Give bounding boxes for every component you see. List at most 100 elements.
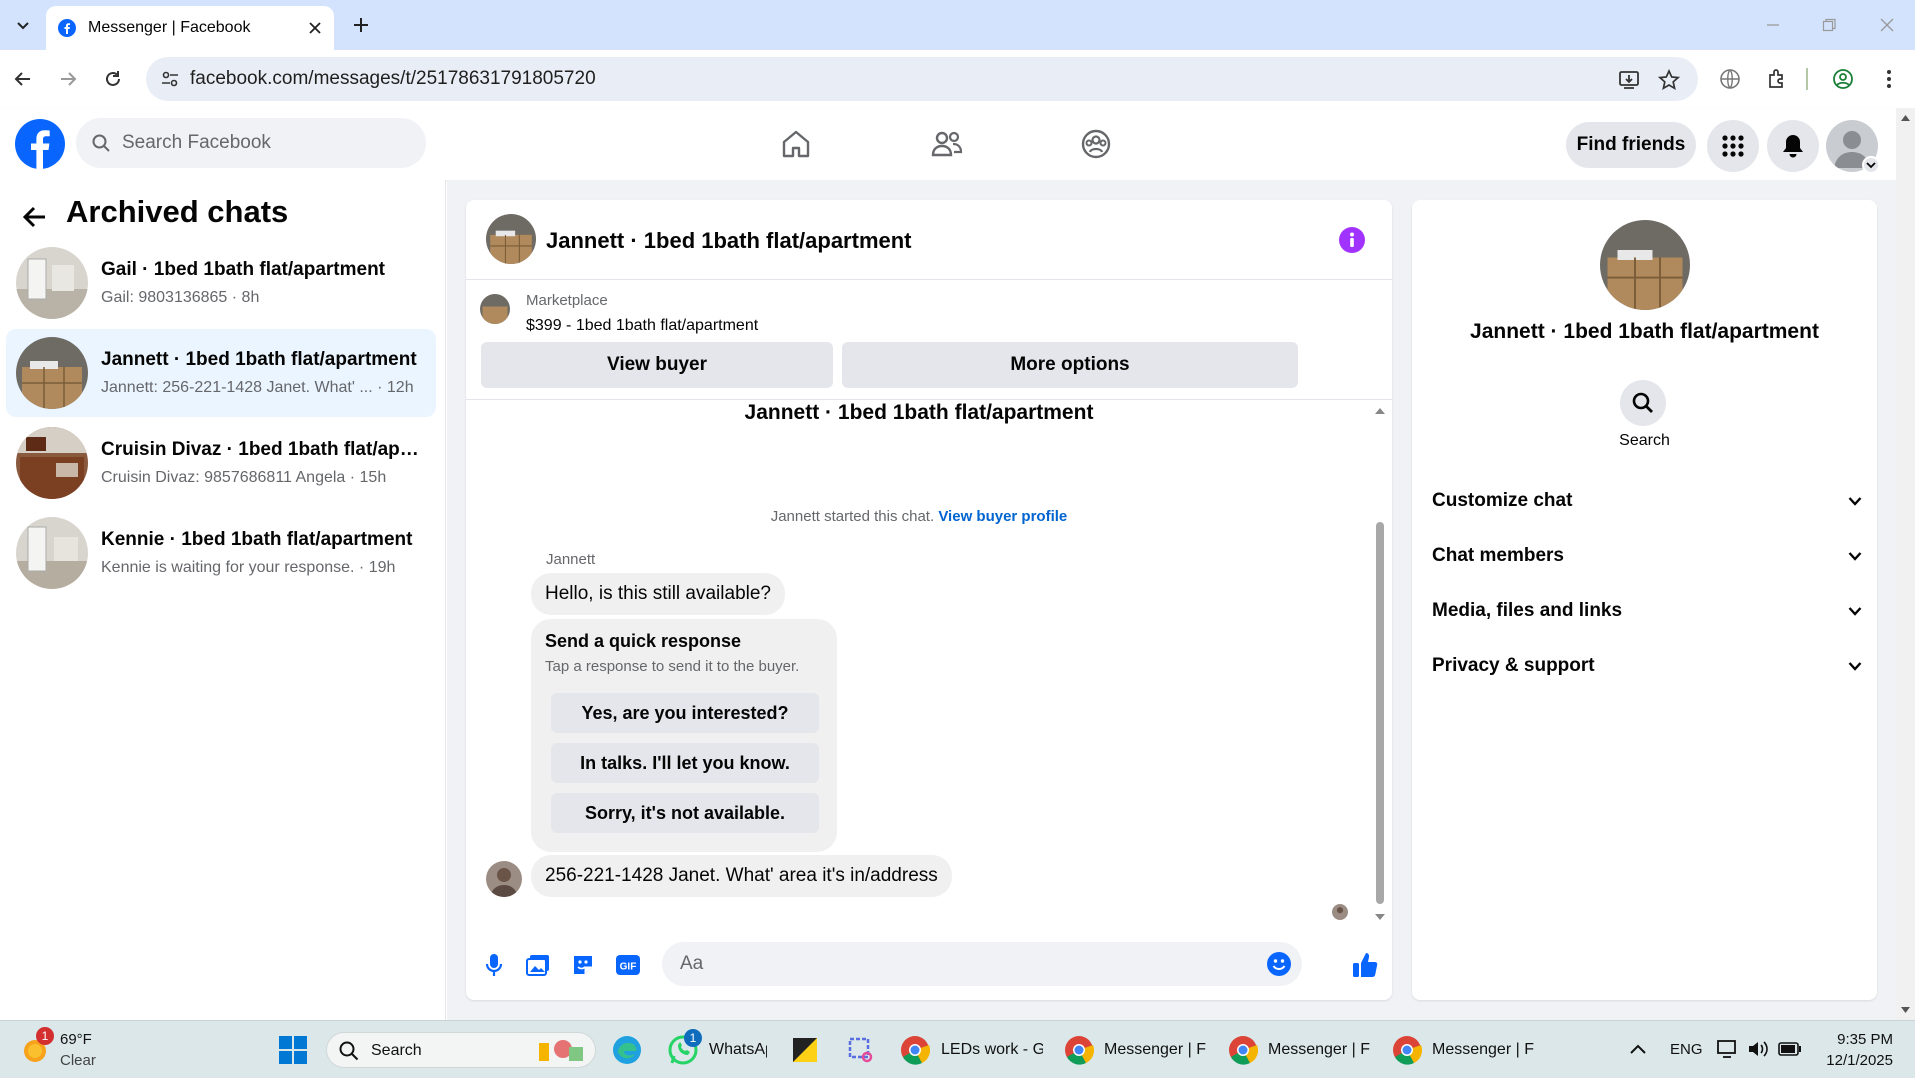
media-files-links-section[interactable]: Media, files and links (1432, 591, 1862, 631)
chrome-icon[interactable] (1390, 1033, 1424, 1067)
section-label: Customize chat (1432, 490, 1573, 511)
photo-icon[interactable] (524, 951, 552, 979)
view-buyer-profile-link[interactable]: View buyer profile (938, 508, 1067, 525)
details-search-label: Search (1619, 432, 1670, 449)
emoji-icon[interactable] (1266, 951, 1292, 977)
site-info-icon[interactable] (158, 67, 182, 91)
thread-scrollbar-thumb[interactable] (1376, 522, 1384, 904)
gif-icon[interactable]: GIF (614, 951, 642, 979)
privacy-support-section[interactable]: Privacy & support (1432, 646, 1862, 686)
restore-icon[interactable] (1816, 12, 1842, 38)
sender-avatar[interactable] (486, 861, 522, 897)
weather-widget[interactable]: 1 (18, 1027, 58, 1071)
close-window-icon[interactable] (1874, 12, 1900, 38)
details-search-button[interactable] (1620, 380, 1666, 426)
chrome-icon[interactable] (898, 1033, 932, 1067)
start-button-icon[interactable] (276, 1033, 310, 1067)
search-icon (339, 1041, 359, 1061)
address-bar[interactable]: facebook.com/messages/t/2517863179180572… (146, 57, 1698, 101)
quick-response-in-talks[interactable]: In talks. I'll let you know. (551, 743, 819, 783)
tab-title: Messenger | Facebook (88, 19, 251, 36)
weather-temp: 69°F (60, 1031, 92, 1048)
message-bubble[interactable]: Hello, is this still available? (531, 573, 785, 615)
chat-item-gail[interactable]: Gail · 1bed 1bath flat/apartment Gail: 9… (6, 239, 436, 327)
browser-menu-icon[interactable] (1876, 66, 1902, 92)
message-input[interactable]: Aa (662, 942, 1302, 986)
chat-item-cruisin-divaz[interactable]: Cruisin Divaz · 1bed 1bath flat/apartmen… (6, 419, 436, 507)
chat-details-panel: Jannett · 1bed 1bath flat/apartment Sear… (1412, 200, 1877, 1000)
facebook-search-input[interactable]: Search Facebook (76, 118, 426, 168)
microphone-icon[interactable] (480, 951, 508, 979)
notifications-button[interactable] (1767, 120, 1819, 172)
marketplace-label: Marketplace (526, 292, 608, 309)
chrome-window-label: Messenger | Fa (1104, 1041, 1206, 1058)
back-arrow-icon[interactable] (20, 202, 50, 232)
find-friends-button[interactable]: Find friends (1566, 122, 1696, 168)
chevron-down-icon (1848, 607, 1862, 616)
scroll-down-arrow-icon[interactable] (1374, 912, 1386, 922)
close-tab-icon[interactable] (308, 21, 322, 35)
friends-icon[interactable] (921, 122, 973, 166)
install-app-icon[interactable] (1616, 67, 1642, 93)
extensions-icon[interactable] (1764, 66, 1790, 92)
translate-globe-icon[interactable] (1717, 66, 1743, 92)
sticker-icon[interactable] (569, 951, 597, 979)
home-icon[interactable] (770, 122, 822, 166)
chat-preview: Cruisin Divaz: 9857686811 Angela · 15h (101, 469, 387, 486)
chat-avatar (16, 247, 88, 319)
menu-button[interactable] (1707, 120, 1759, 172)
edge-icon[interactable] (610, 1033, 644, 1067)
thread-title: Jannett · 1bed 1bath flat/apartment (744, 401, 1094, 424)
section-label: Media, files and links (1432, 600, 1623, 621)
quick-response-not-available[interactable]: Sorry, it's not available. (551, 793, 819, 833)
language-indicator[interactable]: ENG (1670, 1041, 1703, 1058)
network-icon[interactable] (1716, 1037, 1740, 1061)
whatsapp-icon[interactable]: 1 (666, 1029, 702, 1067)
chat-item-kennie[interactable]: Kennie · 1bed 1bath flat/apartment Kenni… (6, 509, 436, 597)
listing-title[interactable]: $399 - 1bed 1bath flat/apartment (526, 317, 758, 335)
thumbs-up-icon[interactable] (1350, 950, 1380, 980)
profile-icon[interactable] (1830, 66, 1856, 92)
minimize-icon[interactable] (1760, 12, 1786, 38)
groups-icon[interactable] (1070, 122, 1122, 166)
taskbar-search[interactable]: Search (326, 1032, 596, 1068)
conversation-title[interactable]: Jannett · 1bed 1bath flat/apartment (546, 228, 912, 254)
back-icon[interactable] (10, 66, 36, 92)
info-icon[interactable] (1338, 226, 1366, 254)
conversation-panel: Jannett · 1bed 1bath flat/apartment Mark… (466, 200, 1392, 1000)
battery-icon[interactable] (1778, 1037, 1802, 1061)
view-buyer-button[interactable]: View buyer (481, 342, 833, 388)
facebook-logo-icon[interactable] (14, 118, 66, 170)
bookmark-star-icon[interactable] (1656, 67, 1682, 93)
customize-chat-section[interactable]: Customize chat (1432, 481, 1862, 521)
chevron-up-icon[interactable] (1626, 1037, 1650, 1061)
chat-members-section[interactable]: Chat members (1432, 536, 1862, 576)
new-tab-icon[interactable] (348, 12, 374, 38)
chrome-icon[interactable] (1062, 1033, 1096, 1067)
quick-response-yes[interactable]: Yes, are you interested? (551, 693, 819, 733)
taskbar-search-label: Search (371, 1042, 422, 1059)
sticky-notes-icon[interactable] (788, 1033, 822, 1067)
chat-avatar (16, 337, 88, 409)
tab-search-icon[interactable] (10, 12, 36, 38)
page-scrollbar[interactable] (1896, 108, 1915, 1020)
volume-icon[interactable] (1746, 1037, 1770, 1061)
scroll-up-arrow-icon[interactable] (1374, 406, 1386, 416)
chevron-down-icon (1848, 552, 1862, 561)
browser-tab[interactable]: Messenger | Facebook (46, 6, 334, 50)
page-scroll-up-icon[interactable] (1900, 114, 1911, 122)
chrome-icon[interactable] (1226, 1033, 1260, 1067)
conversation-avatar[interactable] (486, 214, 536, 264)
chat-name: Jannett · 1bed 1bath flat/apartment (101, 349, 417, 370)
account-chevron-icon[interactable] (1862, 156, 1880, 174)
clock-date[interactable]: 12/1/2025 (1823, 1052, 1893, 1069)
more-options-button[interactable]: More options (842, 342, 1298, 388)
forward-icon[interactable] (55, 66, 81, 92)
message-bubble[interactable]: 256-221-1428 Janet. What' area it's in/a… (531, 855, 952, 897)
chat-item-jannett[interactable]: Jannett · 1bed 1bath flat/apartment Jann… (6, 329, 436, 417)
clock-time[interactable]: 9:35 PM (1823, 1031, 1893, 1048)
details-avatar (1600, 220, 1690, 310)
snipping-tool-icon[interactable] (844, 1033, 878, 1067)
page-scroll-down-icon[interactable] (1900, 1006, 1911, 1014)
reload-icon[interactable] (100, 66, 126, 92)
